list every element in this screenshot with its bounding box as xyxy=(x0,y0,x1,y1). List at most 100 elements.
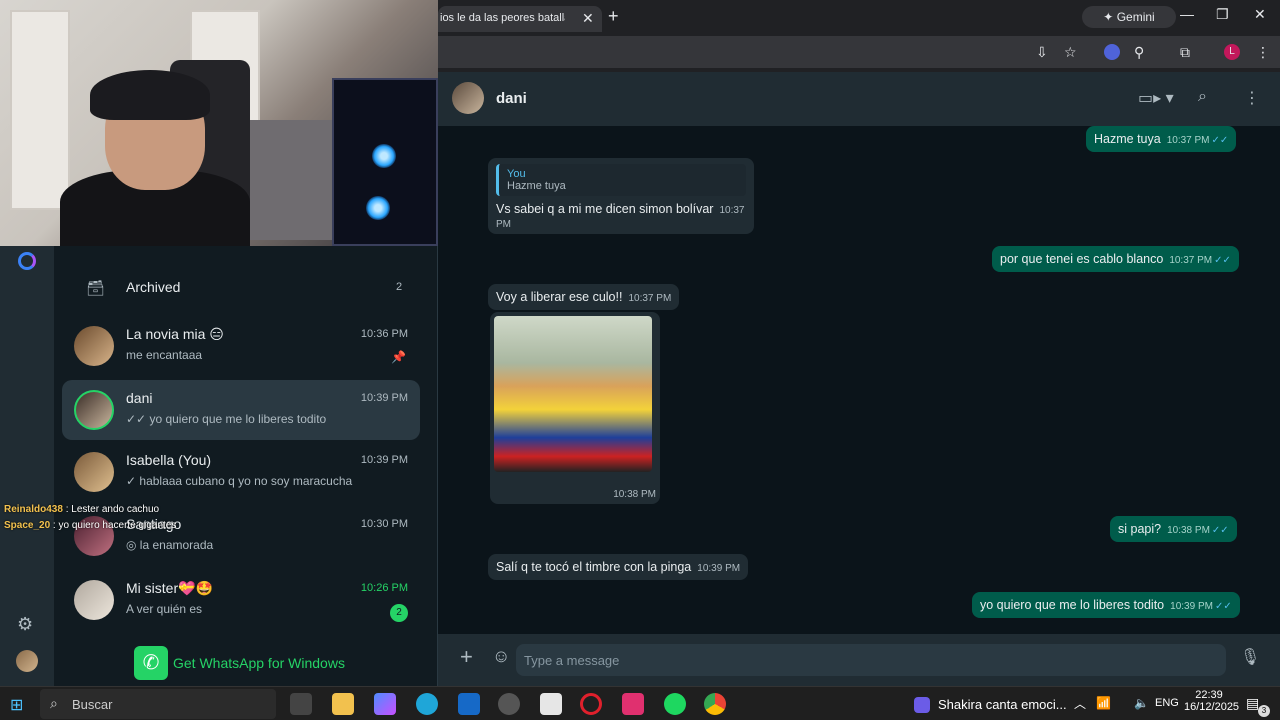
now-playing[interactable]: Shakira canta emoci... xyxy=(938,697,1067,712)
video-call-icon[interactable]: ▭▸ ▾ xyxy=(1138,88,1174,108)
windows-start-icon[interactable]: ⊞ xyxy=(10,695,32,717)
edge-icon[interactable] xyxy=(416,693,438,715)
quoted-message[interactable]: You Hazme tuya xyxy=(496,164,746,196)
stream-chat-line: Reinaldo438 : Lester ando cachuo xyxy=(4,504,160,515)
archived-label[interactable]: Archived xyxy=(126,279,180,295)
chat-time: 10:39 PM xyxy=(360,454,408,466)
chat-preview: ◎ la enamorada xyxy=(126,538,214,552)
nav-rail: ⚙ xyxy=(0,246,54,686)
pin-icon: 📌 xyxy=(391,350,406,364)
message-input[interactable]: Type a message xyxy=(516,644,1226,676)
profile-avatar[interactable] xyxy=(16,650,38,672)
fan-light xyxy=(366,196,390,220)
network-icon[interactable]: 📶 xyxy=(1096,696,1111,710)
pc-case xyxy=(332,78,438,246)
copilot-icon[interactable] xyxy=(374,693,396,715)
fan-light xyxy=(372,144,396,168)
chat-preview: ✓✓ yo quiero que me lo liberes todito xyxy=(126,412,327,426)
chat-preview: A ver quién es xyxy=(126,602,203,616)
composer: + ☺ Type a message 🎙 xyxy=(438,634,1280,686)
minimize-icon[interactable]: — xyxy=(1180,6,1194,22)
unread-badge: 2 xyxy=(390,604,408,622)
chat-item-mi-sister[interactable]: Mi sister💝🤩 A ver quién es 10:26 PM 2 xyxy=(62,570,420,630)
chat-time: 10:30 PM xyxy=(360,518,408,530)
search-icon: ⌕ xyxy=(50,695,58,711)
contact-name[interactable]: dani xyxy=(496,90,527,107)
gemini-button[interactable]: ✦ Gemini xyxy=(1082,6,1176,28)
chat-name: Isabella (You) xyxy=(126,452,212,468)
message-outgoing[interactable]: si papi? 10:38 PM ✓✓ xyxy=(1110,516,1237,542)
volume-icon[interactable]: 🔈 xyxy=(1134,696,1149,710)
avatar xyxy=(74,452,114,492)
chat-item-la-novia-mia[interactable]: La novia mia 😑 me encantaaa 10:36 PM 📌 xyxy=(62,316,420,376)
meta-ai-icon[interactable] xyxy=(18,252,36,270)
spotify-icon[interactable] xyxy=(664,693,686,715)
message-incoming[interactable]: You Hazme tuya Vs sabei q a mi me dicen … xyxy=(488,158,754,234)
stream-chat-overlay: Reinaldo438 : Lester ando cachuo Space_2… xyxy=(4,504,224,536)
avatar xyxy=(74,390,114,430)
task-view-icon[interactable] xyxy=(290,693,312,715)
clock[interactable]: 22:39 16/12/2025 xyxy=(1184,689,1239,713)
opera-icon[interactable] xyxy=(580,693,602,715)
message-image[interactable]: 10:38 PM xyxy=(490,312,660,504)
chat-emoji: 💝🤩 xyxy=(178,580,213,596)
settings-icon[interactable]: ⚙ xyxy=(17,614,33,635)
whatsapp-icon: ✆ xyxy=(134,646,168,680)
microphone-icon[interactable]: 🎙 xyxy=(1240,647,1260,667)
chat-list: 🗃 Archived 2 La novia mia 😑 me encantaaa… xyxy=(54,246,438,686)
get-whatsapp-link[interactable]: Get WhatsApp for Windows xyxy=(173,655,345,671)
close-window-icon[interactable]: ✕ xyxy=(1254,6,1266,23)
store-icon[interactable] xyxy=(540,693,562,715)
left-panel: ⚙ 🗃 Archived 2 La novia mia 😑 me encanta… xyxy=(0,246,438,686)
chat-emoji: 😑 xyxy=(209,326,224,342)
extension-icon[interactable] xyxy=(1104,44,1120,60)
tiktok-icon[interactable] xyxy=(622,693,644,715)
bookmark-star-icon[interactable]: ☆ xyxy=(1064,44,1077,61)
install-app-icon[interactable]: ⇩ xyxy=(1036,44,1048,61)
file-explorer-icon[interactable] xyxy=(332,693,354,715)
chrome-icon[interactable] xyxy=(704,693,726,715)
restore-icon[interactable]: ❐ xyxy=(1216,6,1229,23)
chat-item-isabella[interactable]: Isabella (You) ✓ hablaaa cubano q yo no … xyxy=(62,442,420,502)
chat-name: dani xyxy=(126,390,153,406)
message-outgoing[interactable]: yo quiero que me lo liberes todito 10:39 … xyxy=(972,592,1240,618)
windows-taskbar: ⊞ ⌕ Buscar Shakira canta emoci... ︿ 📶 🔈 … xyxy=(0,686,1280,720)
menu-kebab-icon[interactable]: ⋮ xyxy=(1244,88,1260,108)
tab-title: ios le da las peores batallas a xyxy=(440,12,565,24)
chat-time: 10:39 PM xyxy=(360,392,408,404)
chat-preview: ✓ hablaaa cubano q yo no soy maracucha xyxy=(126,474,353,488)
extensions-puzzle-icon[interactable]: ⚲ xyxy=(1134,44,1144,61)
menu-kebab-icon[interactable]: ⋮ xyxy=(1256,44,1270,61)
outlook-icon[interactable] xyxy=(458,693,480,715)
streamer xyxy=(60,70,250,246)
search-icon[interactable]: ⌕ xyxy=(1198,88,1207,106)
chat-name: La novia mia xyxy=(126,326,206,342)
clock-time: 22:39 xyxy=(1195,689,1223,701)
chat-item-dani[interactable]: dani ✓✓ yo quiero que me lo liberes todi… xyxy=(62,380,420,440)
tray-chevron-icon[interactable]: ︿ xyxy=(1074,695,1086,712)
taskbar-search[interactable]: ⌕ Buscar xyxy=(40,689,276,719)
attach-plus-icon[interactable]: + xyxy=(460,644,473,670)
chat-preview: me encantaaa xyxy=(126,348,203,362)
chat-time: 10:36 PM xyxy=(360,328,408,340)
stream-chat-line: Space_20 : yo quiero hacerte gigantes xyxy=(4,520,177,531)
chat-header: dani ▭▸ ▾ ⌕ ⋮ xyxy=(438,72,1280,126)
address-bar[interactable]: ⇩ ☆ ⚲ ⧉ L ⋮ xyxy=(438,36,1280,68)
message-outgoing[interactable]: Hazme tuya 10:37 PM ✓✓ xyxy=(1086,126,1237,152)
contact-avatar[interactable] xyxy=(452,82,484,114)
new-tab-icon[interactable]: + xyxy=(608,6,619,27)
language-indicator[interactable]: ENG xyxy=(1155,697,1179,709)
close-tab-icon[interactable]: ✕ xyxy=(582,10,594,27)
avatar xyxy=(74,580,114,620)
browser-tab[interactable]: ios le da las peores batallas a ✕ xyxy=(438,6,602,32)
message-incoming[interactable]: Salí q te tocó el timbre con la pinga 10:… xyxy=(488,554,749,580)
message-incoming[interactable]: Voy a liberar ese culo!! 10:37 PM xyxy=(488,284,680,310)
notification-count: 3 xyxy=(1258,705,1270,717)
emoji-icon[interactable]: ☺ xyxy=(492,646,510,667)
profile-icon[interactable]: L xyxy=(1224,44,1240,60)
gif-thumbnail[interactable] xyxy=(494,316,652,472)
tab-search-icon[interactable]: ⧉ xyxy=(1180,44,1190,61)
clock-icon[interactable] xyxy=(498,693,520,715)
message-outgoing[interactable]: por que tenei es cablo blanco 10:37 PM ✓✓ xyxy=(992,246,1239,272)
archive-icon: 🗃 xyxy=(86,280,106,297)
